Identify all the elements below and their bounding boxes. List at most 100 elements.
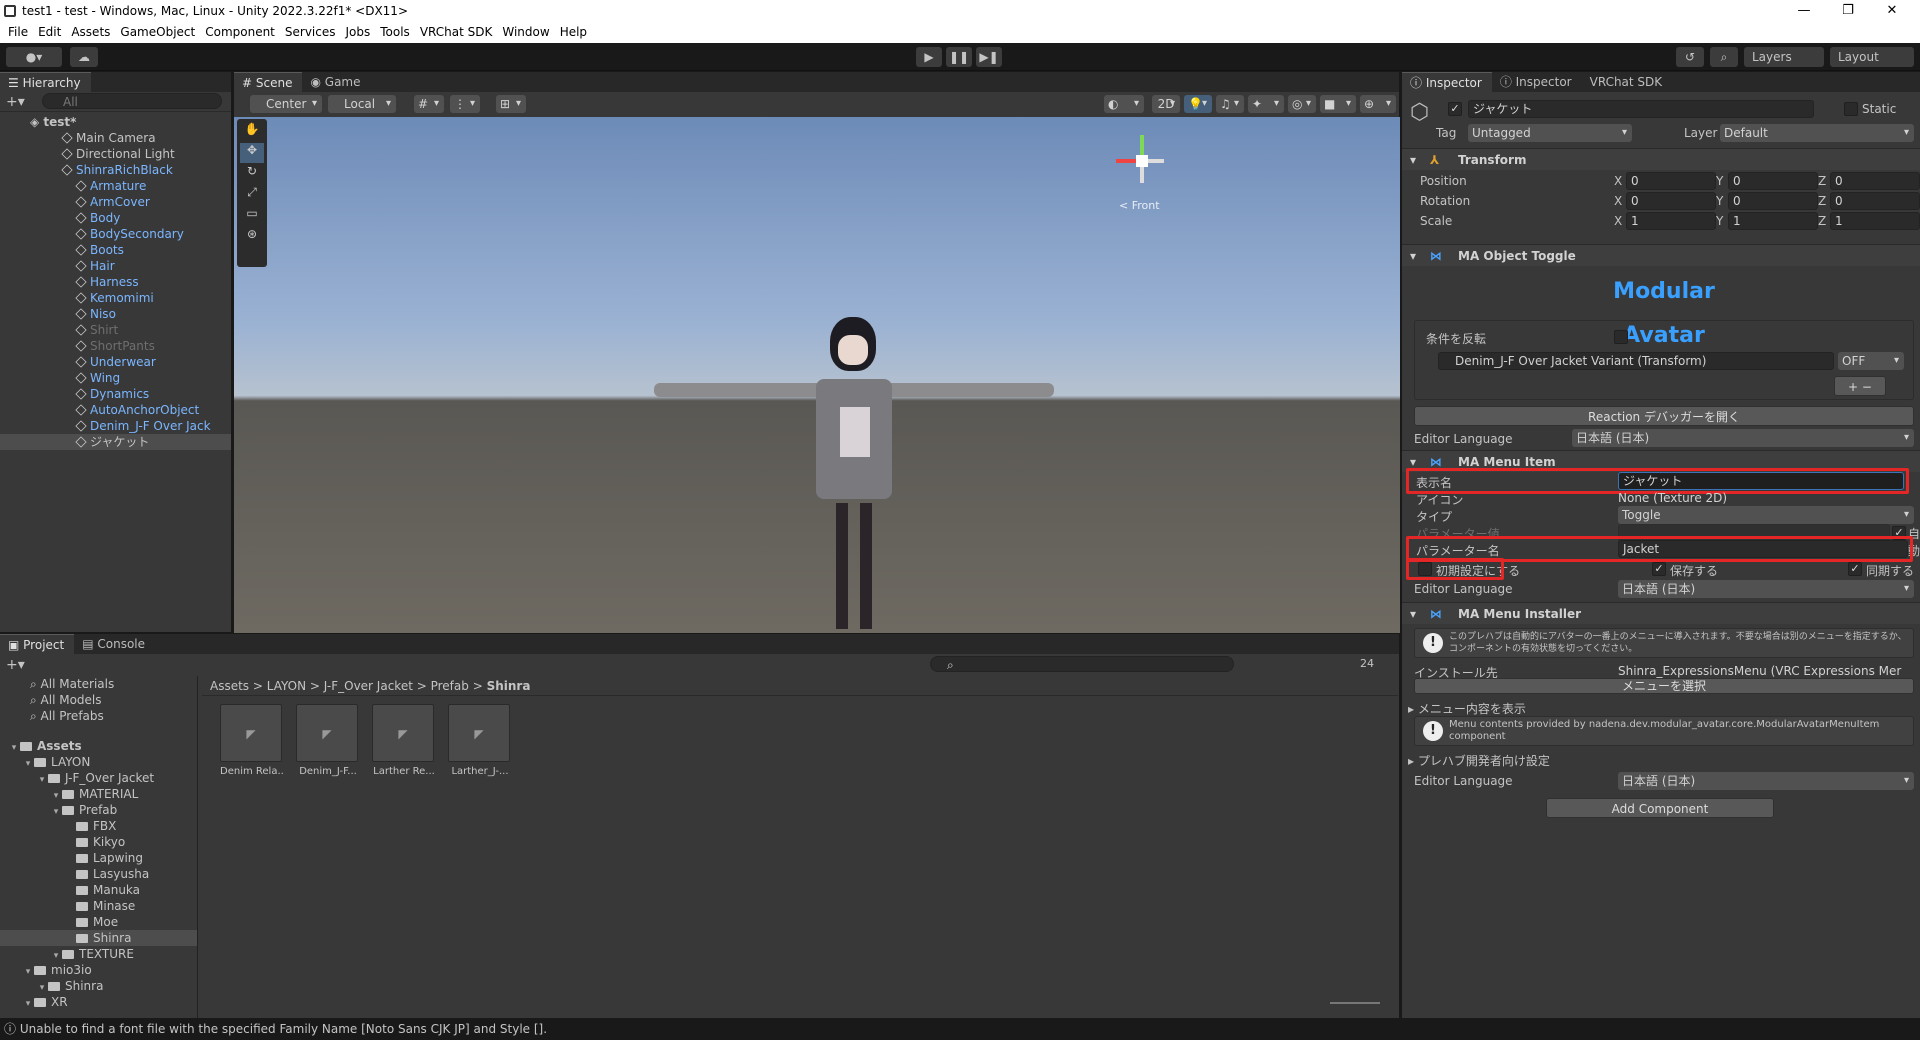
visibility-icon[interactable]: ◎	[1288, 95, 1316, 113]
hierarchy-item[interactable]: Dynamics	[0, 386, 231, 402]
project-folder[interactable]: Lapwing	[0, 850, 197, 866]
transform-x-field[interactable]: 1	[1626, 212, 1716, 230]
scene-gizmo[interactable]	[1112, 133, 1172, 193]
sync-checkbox[interactable]: ✓	[1848, 562, 1862, 576]
avatar-model[interactable]	[654, 317, 1054, 633]
transform-x-field[interactable]: 0	[1626, 192, 1716, 210]
breadcrumb-item[interactable]: LAYON	[267, 679, 306, 693]
hierarchy-item[interactable]: Hair	[0, 258, 231, 274]
layout-dropdown[interactable]: Layout	[1830, 47, 1914, 67]
breadcrumb-item[interactable]: J-F_Over Jacket	[324, 679, 413, 693]
transform-y-field[interactable]: 0	[1728, 192, 1818, 210]
status-message[interactable]: Unable to find a font file with the spec…	[20, 1022, 547, 1036]
axis-label[interactable]: X	[1614, 194, 1622, 208]
hierarchy-item[interactable]: ジャケット	[0, 434, 231, 450]
hierarchy-search-input[interactable]: All	[42, 93, 222, 109]
cloud-icon[interactable]: ☁	[70, 47, 98, 67]
axis-label[interactable]: Y	[1716, 194, 1723, 208]
scene-viewport[interactable]: ✋ ✥ ↻ ⤢ ▭ ⊛ < Front	[234, 117, 1400, 633]
hierarchy-item[interactable]: Wing	[0, 370, 231, 386]
axis-label[interactable]: X	[1614, 214, 1622, 228]
ruler-dropdown[interactable]: ⊞	[496, 95, 526, 113]
select-menu-button[interactable]: メニューを選択	[1414, 678, 1914, 694]
menu-tools[interactable]: Tools	[378, 22, 418, 43]
scene-root-row[interactable]: ◈ test*	[0, 114, 231, 130]
effects-dropdown[interactable]: ✦	[1248, 95, 1284, 113]
move-tool-icon[interactable]: ✥	[240, 143, 264, 163]
tab-scene[interactable]: # Scene	[234, 72, 303, 92]
project-folder[interactable]: ▾ TEXTURE	[0, 946, 197, 962]
editor-language-dropdown[interactable]: 日本語 (日本)	[1572, 429, 1914, 447]
axis-label[interactable]: Y	[1716, 214, 1723, 228]
rect-tool-icon[interactable]: ▭	[240, 206, 264, 226]
mode-2d-toggle[interactable]: 2D	[1152, 95, 1180, 113]
history-icon[interactable]: ↺	[1676, 47, 1704, 67]
axis-label[interactable]: Z	[1818, 214, 1826, 228]
tag-dropdown[interactable]: Untagged	[1468, 124, 1632, 142]
grid-snap-dropdown[interactable]: #	[414, 95, 444, 113]
hierarchy-item[interactable]: Denim_J-F Over Jack	[0, 418, 231, 434]
transform-x-field[interactable]: 0	[1626, 172, 1716, 190]
project-folder[interactable]: Moe	[0, 914, 197, 930]
ma-object-toggle-header[interactable]: ▾ ⋈ MA Object Toggle	[1402, 244, 1920, 266]
transform-y-field[interactable]: 0	[1728, 172, 1818, 190]
menu-file[interactable]: File	[6, 22, 36, 43]
hierarchy-item[interactable]: Harness	[0, 274, 231, 290]
favorite-item[interactable]: ⌕ All Models	[30, 692, 197, 708]
axis-label[interactable]: X	[1614, 174, 1622, 188]
save-checkbox[interactable]: ✓	[1652, 562, 1666, 576]
foldout-icon[interactable]: ▾	[22, 996, 34, 1012]
menu-window[interactable]: Window	[500, 22, 557, 43]
asset-item[interactable]: ◤ Denim_J-F...	[296, 704, 360, 784]
project-folder[interactable]: ▾ XR	[0, 994, 197, 1010]
tab-console[interactable]: ▤ Console	[74, 634, 155, 654]
transform-z-field[interactable]: 0	[1830, 172, 1920, 190]
hierarchy-item[interactable]: Body	[0, 210, 231, 226]
transform-z-field[interactable]: 0	[1830, 192, 1920, 210]
axis-label[interactable]: Y	[1716, 174, 1723, 188]
hierarchy-item[interactable]: Kemomimi	[0, 290, 231, 306]
tab-hierarchy[interactable]: ☰ Hierarchy	[0, 72, 91, 92]
add-icon[interactable]: +▾	[6, 94, 25, 110]
static-checkbox[interactable]	[1844, 102, 1858, 116]
hierarchy-item[interactable]: ArmCover	[0, 194, 231, 210]
favorite-item[interactable]: ⌕ All Prefabs	[30, 708, 197, 724]
hand-tool-icon[interactable]: ✋	[240, 122, 264, 142]
dev-settings-foldout[interactable]: ▸ プレハブ開発者向け設定	[1408, 752, 1550, 769]
menu-jobs[interactable]: Jobs	[344, 22, 379, 43]
menu-component[interactable]: Component	[203, 22, 283, 43]
gizmos-dropdown[interactable]: ⊕	[1360, 95, 1396, 113]
layers-dropdown[interactable]: Layers	[1744, 47, 1824, 67]
tab-vrchat-sdk[interactable]: VRChat SDK	[1582, 72, 1673, 92]
axis-label[interactable]: Z	[1818, 174, 1826, 188]
tab-game[interactable]: ◉ Game	[302, 72, 370, 92]
breadcrumb-item[interactable]: Prefab	[431, 679, 469, 693]
project-search-input[interactable]: ⌕	[930, 656, 1234, 672]
hierarchy-item[interactable]: ShortPants	[0, 338, 231, 354]
project-folder[interactable]: FBX	[0, 818, 197, 834]
project-folder[interactable]: ▾ Shinra	[0, 978, 197, 994]
toggle-object-field[interactable]: Denim_J-F Over Jacket Variant (Transform…	[1438, 352, 1834, 370]
menu-assets[interactable]: Assets	[69, 22, 118, 43]
editor-language-dropdown-2[interactable]: 日本語 (日本)	[1618, 580, 1914, 598]
object-name-field[interactable]: ジャケット	[1468, 100, 1814, 118]
active-checkbox[interactable]: ✓	[1448, 102, 1462, 116]
hierarchy-item[interactable]: Main Camera	[0, 130, 231, 146]
pause-button[interactable]: ❚❚	[946, 47, 972, 67]
camera-dropdown[interactable]: ■	[1320, 95, 1356, 113]
editor-language-dropdown-3[interactable]: 日本語 (日本)	[1618, 772, 1914, 790]
project-folder[interactable]: ▾ MATERIAL	[0, 786, 197, 802]
project-folder[interactable]: ▾ LAYON	[0, 754, 197, 770]
type-dropdown[interactable]: Toggle	[1618, 506, 1914, 524]
project-folder[interactable]: ▾ J-F_Over Jacket	[0, 770, 197, 786]
icon-field[interactable]: None (Texture 2D)	[1618, 491, 1727, 505]
hidden-packages-count[interactable]: 24	[1360, 657, 1374, 670]
increment-snap-dropdown[interactable]: ⋮	[450, 95, 480, 113]
play-button[interactable]: ▶	[916, 47, 942, 67]
asset-item[interactable]: ◤ Denim Rela...	[220, 704, 284, 784]
space-dropdown[interactable]: Local	[328, 95, 396, 113]
axis-label[interactable]: Z	[1818, 194, 1826, 208]
hierarchy-item[interactable]: Boots	[0, 242, 231, 258]
close-button[interactable]: ✕	[1870, 0, 1914, 22]
maximize-button[interactable]: ❐	[1826, 0, 1870, 22]
